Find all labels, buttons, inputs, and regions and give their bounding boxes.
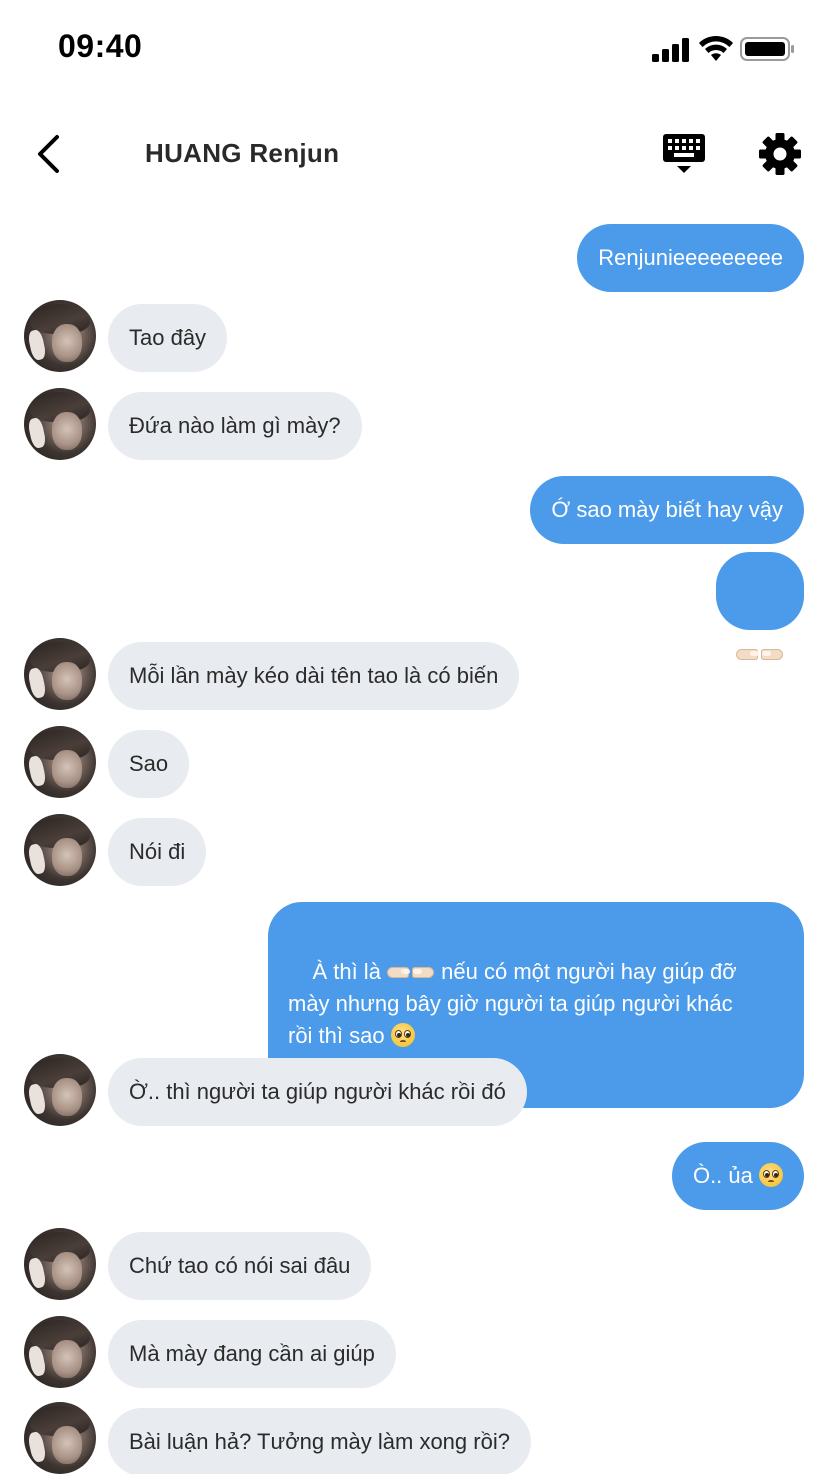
pleading-face-emoji-icon xyxy=(759,1163,783,1187)
outgoing-message-bubble[interactable] xyxy=(716,552,804,660)
pointing-fingers-emoji-icon xyxy=(387,964,435,980)
message-text: Đứa nào làm gì mày? xyxy=(129,413,341,438)
message-list: Renjunieeeeeeeee Tao đây Đứa nào làm gì … xyxy=(0,0,828,1474)
message-text: Mỗi lần mày kéo dài tên tao là có biến xyxy=(129,663,499,688)
message-text: Ò.. ủa xyxy=(692,1163,759,1188)
outgoing-message-bubble[interactable]: Ớ sao mày biết hay vậy xyxy=(530,476,804,544)
incoming-message-bubble[interactable]: Mà mày đang cần ai giúp xyxy=(108,1320,396,1388)
incoming-message-bubble[interactable]: Chứ tao có nói sai đâu xyxy=(108,1232,372,1300)
contact-avatar[interactable] xyxy=(24,388,96,460)
incoming-message-bubble[interactable]: Ờ.. thì người ta giúp người khác rồi đó xyxy=(108,1058,527,1126)
incoming-message-bubble[interactable]: Bài luận hả? Tưởng mày làm xong rồi? xyxy=(108,1408,531,1474)
contact-avatar[interactable] xyxy=(24,1316,96,1388)
incoming-message-bubble[interactable]: Tao đây xyxy=(108,304,228,372)
message-text: Mà mày đang cần ai giúp xyxy=(129,1341,375,1366)
contact-avatar[interactable] xyxy=(24,726,96,798)
contact-avatar[interactable] xyxy=(24,638,96,710)
message-text: rồi thì sao xyxy=(288,1023,391,1048)
message-text: Bài luận hả? Tưởng mày làm xong rồi? xyxy=(129,1429,510,1454)
message-text: Ờ.. thì người ta giúp người khác rồi đó xyxy=(129,1079,506,1104)
contact-avatar[interactable] xyxy=(24,1402,96,1474)
incoming-message-bubble[interactable]: Mỗi lần mày kéo dài tên tao là có biến xyxy=(108,642,520,710)
outgoing-message-bubble[interactable]: Ò.. ủa xyxy=(671,1142,804,1210)
message-text: Nói đi xyxy=(129,839,186,864)
contact-avatar[interactable] xyxy=(24,1228,96,1300)
incoming-message-bubble[interactable]: Sao xyxy=(108,730,190,798)
message-text: nếu có một người hay giúp đỡ xyxy=(441,959,737,984)
contact-avatar[interactable] xyxy=(24,300,96,372)
message-text: À thì là xyxy=(312,959,388,984)
message-text: Ớ sao mày biết hay vậy xyxy=(551,497,783,522)
message-text: Renjunieeeeeeeee xyxy=(598,245,783,270)
contact-avatar[interactable] xyxy=(24,814,96,886)
outgoing-message-bubble[interactable]: Renjunieeeeeeeee xyxy=(577,224,804,292)
message-text: Tao đây xyxy=(129,325,207,350)
incoming-message-bubble[interactable]: Đứa nào làm gì mày? xyxy=(108,392,362,460)
incoming-message-bubble[interactable]: Nói đi xyxy=(108,818,207,886)
message-text: Sao xyxy=(129,751,169,776)
message-text: Chứ tao có nói sai đâu xyxy=(129,1253,351,1278)
message-text: mày nhưng bây giờ người ta giúp người kh… xyxy=(288,991,733,1016)
contact-avatar[interactable] xyxy=(24,1054,96,1126)
pointing-fingers-emoji-icon xyxy=(736,646,784,662)
pleading-face-emoji-icon xyxy=(390,1023,415,1047)
